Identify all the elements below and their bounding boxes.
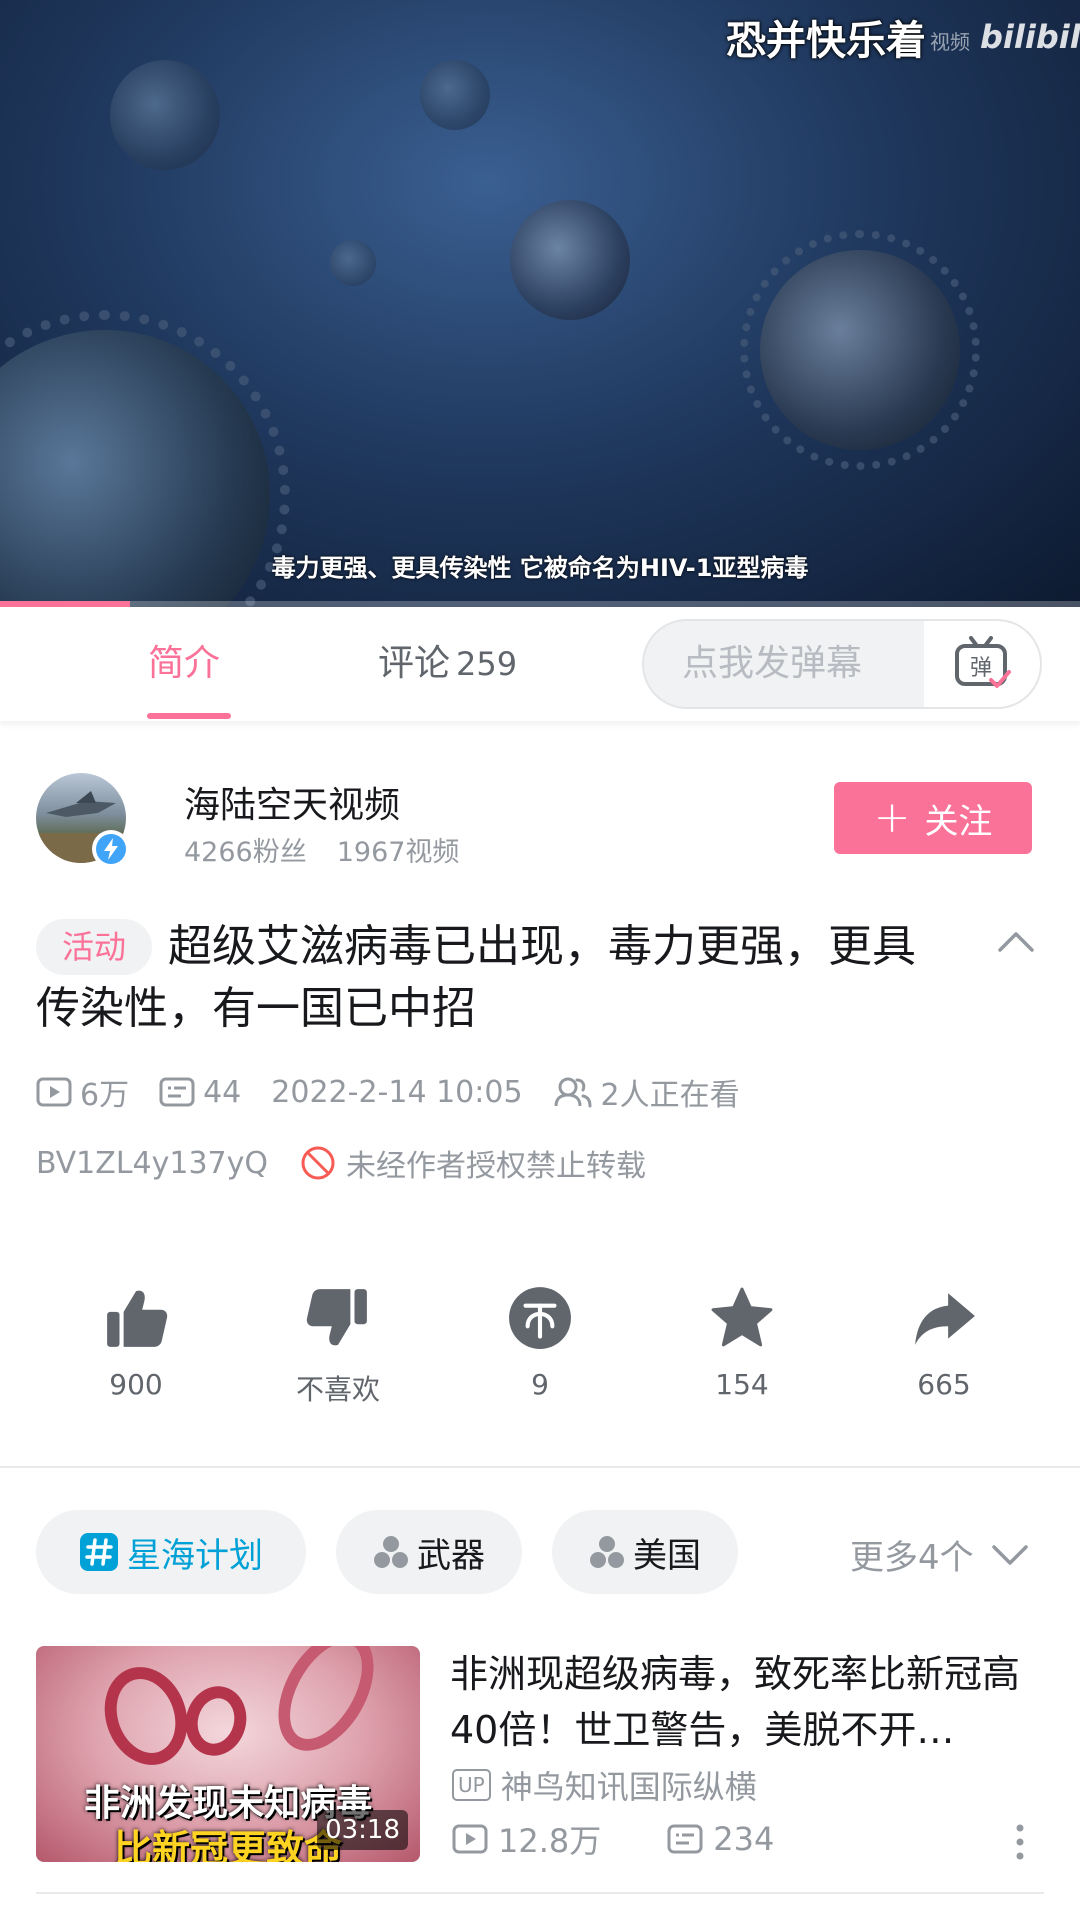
uploader-video-count: 1967视频 (336, 837, 460, 868)
virus-image (330, 240, 376, 286)
more-tags-button[interactable]: 更多4个 (850, 1530, 1030, 1579)
bilibili-watermark: bilibili (980, 18, 1080, 56)
thumbs-down-icon (306, 1289, 367, 1346)
share-button[interactable]: 665 (854, 1280, 1034, 1401)
action-bar: 900 不喜欢 9 154 665 (0, 1280, 1080, 1410)
video-duration: 03:18 (317, 1810, 408, 1850)
like-button[interactable]: 900 (46, 1280, 226, 1401)
video-meta-2: BV1ZL4y137yQ 未经作者授权禁止转载 (36, 1138, 646, 1188)
video-meta: 6万 44 2022-2-14 10:05 2人正在看 (36, 1067, 770, 1117)
play-icon (452, 1824, 488, 1854)
danmaku-count: 44 (159, 1075, 241, 1110)
video-overlay-title: 恐并快乐着 (726, 18, 926, 64)
virus-image (510, 200, 630, 320)
up-badge: UP (452, 1769, 491, 1801)
follow-button[interactable]: + 关注 (834, 782, 1032, 854)
plus-icon: + (873, 792, 911, 843)
follow-label: 关注 (924, 801, 993, 842)
video-title-text: 超级艾滋病毒已出现，毒力更强，更具传染性，有一国已中招 (36, 921, 917, 1034)
comment-count: 259 (456, 645, 518, 683)
like-count: 900 (109, 1368, 163, 1401)
recommended-uploader-name: 神鸟知讯国际纵横 (500, 1768, 757, 1806)
tag-weapon[interactable]: 武器 (336, 1510, 522, 1594)
play-count-value: 6万 (80, 1078, 130, 1113)
virus-image (740, 230, 980, 470)
play-icon (36, 1077, 72, 1107)
danmaku-icon (667, 1824, 703, 1854)
tag-usa[interactable]: 美国 (552, 1510, 738, 1594)
publish-date: 2022-2-14 10:05 (271, 1074, 523, 1110)
svg-text:弹: 弹 (970, 656, 992, 681)
danmaku-icon (159, 1077, 195, 1107)
forbidden-icon (301, 1146, 335, 1180)
tag-star-plan[interactable]: 星海计划 (36, 1510, 306, 1594)
share-count: 665 (917, 1368, 971, 1401)
video-subtitle: 毒力更强、更具传染性 它被命名为HIV-1亚型病毒 (271, 554, 809, 582)
play-count: 6万 (36, 1070, 129, 1114)
tab-bar: 简介 评论 259 点我发弹幕 弹 (0, 607, 1080, 721)
dislike-label: 不喜欢 (295, 1373, 380, 1406)
activity-tag[interactable]: 活动 (36, 919, 153, 975)
recommended-danmaku: 234 (667, 1820, 774, 1858)
verified-badge (92, 830, 130, 868)
lightning-icon (96, 834, 126, 864)
danmaku-input[interactable]: 点我发弹幕 (644, 621, 924, 707)
watching-now-value: 2人正在看 (600, 1078, 740, 1113)
recommended-plays: 12.8万 (452, 1816, 601, 1862)
coin-button[interactable]: 9 (450, 1280, 630, 1401)
danmaku-input-box[interactable]: 点我发弹幕 弹 (642, 619, 1042, 709)
watching-now: 2人正在看 (553, 1070, 740, 1114)
chevron-down-icon (991, 1544, 1028, 1565)
danmaku-count-value: 44 (203, 1074, 242, 1110)
list-divider (36, 1892, 1044, 1894)
tag-label: 星海计划 (127, 1535, 263, 1576)
copyright-notice: 未经作者授权禁止转载 (300, 1141, 646, 1185)
section-divider (0, 1466, 1080, 1468)
dislike-button[interactable]: 不喜欢 (248, 1280, 428, 1408)
recommended-plays-value: 12.8万 (498, 1822, 602, 1860)
recommended-thumbnail[interactable]: 非洲发现未知病毒 比新冠更致命 03:18 (36, 1646, 420, 1862)
tag-label: 武器 (417, 1535, 485, 1576)
copyright-notice-text: 未经作者授权禁止转载 (346, 1149, 647, 1184)
video-player[interactable]: 恐并快乐着 视频 bilibili 毒力更强、更具传染性 它被命名为HIV-1亚… (0, 0, 1080, 607)
virus-image (177, 1679, 255, 1763)
more-options-icon[interactable] (1010, 1822, 1030, 1862)
video-title: 活动 超级艾滋病毒已出现，毒力更强，更具传染性，有一国已中招 (36, 916, 956, 1040)
tab-active-indicator (147, 713, 231, 719)
virus-image (91, 1655, 201, 1777)
uploader-stats: 4266粉丝 1967视频 (184, 830, 459, 869)
star-icon (711, 1287, 773, 1347)
tab-intro[interactable]: 简介 (148, 607, 220, 721)
coin-count: 9 (531, 1368, 549, 1401)
favorite-count: 154 (715, 1368, 769, 1401)
hashtag-icon (80, 1533, 118, 1571)
uploader-fans: 4266粉丝 (184, 837, 307, 868)
recommended-stats: 12.8万 234 (452, 1816, 774, 1862)
danmaku-settings-button[interactable]: 弹 (924, 621, 1040, 707)
share-icon (915, 1293, 975, 1345)
topic-icon (374, 1536, 408, 1568)
chevron-up-icon[interactable] (994, 920, 1038, 964)
virus-image (110, 60, 220, 170)
coin-icon (509, 1287, 571, 1349)
thumbs-up-icon (107, 1290, 168, 1347)
danmaku-tv-icon: 弹 (955, 636, 1011, 688)
favorite-button[interactable]: 154 (652, 1280, 832, 1401)
tab-comments[interactable]: 评论 259 (378, 607, 517, 721)
users-icon (554, 1077, 592, 1108)
more-tags-label: 更多4个 (850, 1538, 974, 1578)
bvid[interactable]: BV1ZL4y137yQ (36, 1146, 268, 1181)
recommended-danmaku-value: 234 (713, 1820, 775, 1858)
recommended-uploader[interactable]: UP 神鸟知讯国际纵横 (452, 1762, 757, 1808)
virus-image (258, 1646, 394, 1768)
topic-icon (590, 1536, 624, 1568)
tag-label: 美国 (633, 1535, 701, 1576)
uploader-name[interactable]: 海陆空天视频 (184, 776, 400, 828)
tab-comments-label: 评论 (378, 643, 451, 684)
watermark-sub: 视频 (930, 30, 970, 54)
recommended-title[interactable]: 非洲现超级病毒，致死率比新冠高40倍！世卫警告，美脱不开… (450, 1646, 1044, 1758)
virus-image (420, 60, 490, 130)
